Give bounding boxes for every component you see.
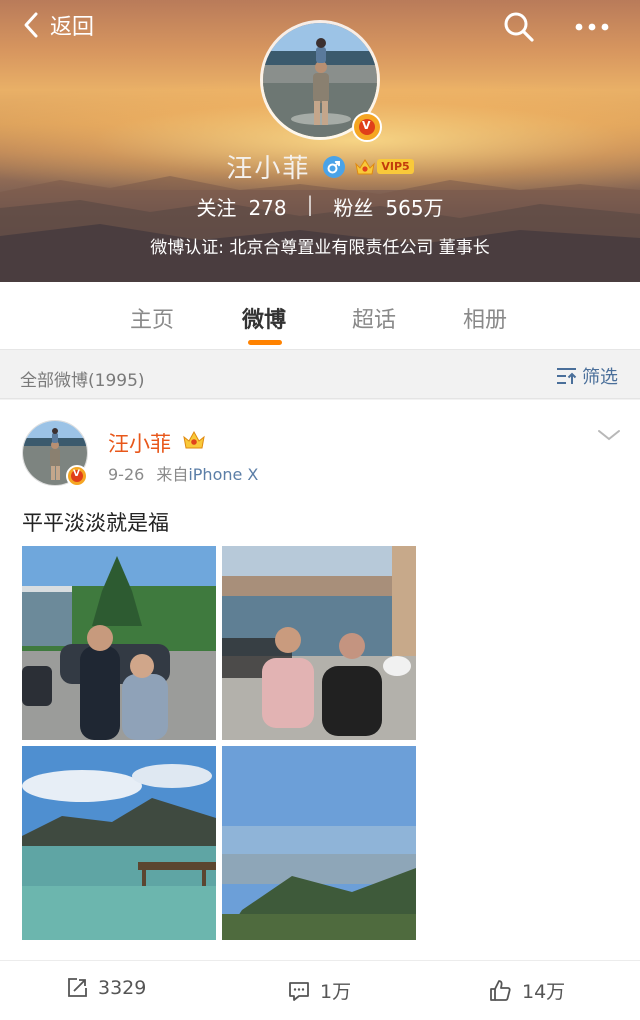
back-label: 返回 [50,15,95,40]
thumbs-up-icon [490,979,511,1001]
comment-icon [289,981,309,1001]
post-source-device[interactable]: iPhone X [188,465,258,484]
more-options-icon[interactable] [572,10,612,44]
crown-icon [355,158,376,174]
tab-super-topic[interactable]: 超话 [352,302,396,334]
filter-icon [557,368,577,384]
certification-text: 微博认证: 北京合尊置业有限责任公司 董事长 [150,238,490,258]
chevron-left-icon [24,12,38,38]
follow-count: 278 [248,196,287,220]
photo-street-image [22,546,216,740]
profile-stats: 关注 278 | 粉丝 565万 [0,192,640,221]
post-photo-1[interactable] [22,546,216,740]
stats-divider: | [306,192,314,216]
tab-weibo[interactable]: 微博 [242,302,286,334]
fans-count: 565万 [385,196,444,220]
tab-home[interactable]: 主页 [130,302,174,334]
filter-label: 筛选 [582,367,618,388]
chevron-down-icon[interactable] [596,426,622,444]
like-count: 14万 [522,981,566,1003]
post-card: 汪小菲 9-26 来自iPhone X 平平淡淡就是福 [0,400,640,960]
post-photo-2[interactable] [222,546,416,740]
active-tab-indicator [248,340,282,345]
comment-button[interactable]: 1万 [288,977,351,1004]
post-author-name[interactable]: 汪小菲 [108,428,171,458]
verified-badge-icon [66,465,88,487]
comment-count: 1万 [320,981,352,1003]
profile-name: 汪小菲 [226,154,311,184]
post-text: 平平淡淡就是福 [22,511,169,535]
all-posts-count: 全部微博(1995) [20,371,145,391]
photo-lake-city-image [222,546,416,740]
fans-stat[interactable]: 粉丝 565万 [333,192,443,221]
filter-bar: 全部微博(1995) 筛选 [0,351,640,399]
post-action-bar: 3329 1万 14万 [0,960,640,1020]
profile-tabs: 主页 微博 超话 相册 [0,282,640,350]
like-button[interactable]: 14万 [488,977,565,1004]
repost-button[interactable]: 3329 [66,977,146,999]
repost-count: 3329 [98,977,147,999]
post-date: 9-26 [108,465,145,484]
male-gender-icon [323,155,346,178]
crown-icon [183,430,205,449]
repost-icon [68,978,87,997]
post-meta: 9-26 来自iPhone X [108,461,258,485]
fans-label: 粉丝 [333,196,374,220]
follow-label: 关注 [196,196,237,220]
tab-album[interactable]: 相册 [463,302,507,334]
post-photo-4[interactable] [222,746,416,940]
back-button[interactable]: 返回 [18,9,94,41]
search-icon[interactable] [502,10,536,44]
profile-header: 返回 汪小菲 [0,0,640,282]
photo-mountain-view-image [222,746,416,940]
photo-lake-mountains-image [22,746,216,940]
verified-badge-icon [352,112,382,142]
vip-badge[interactable]: VIP5 [354,158,414,176]
filter-button[interactable]: 筛选 [556,363,618,389]
post-source-prefix: 来自 [156,465,189,484]
post-photo-3[interactable] [22,746,216,940]
profile-name-row: 汪小菲 VIP5 [0,148,640,185]
vip-level-label: VIP5 [377,159,414,174]
follow-stat[interactable]: 关注 278 [196,192,286,221]
